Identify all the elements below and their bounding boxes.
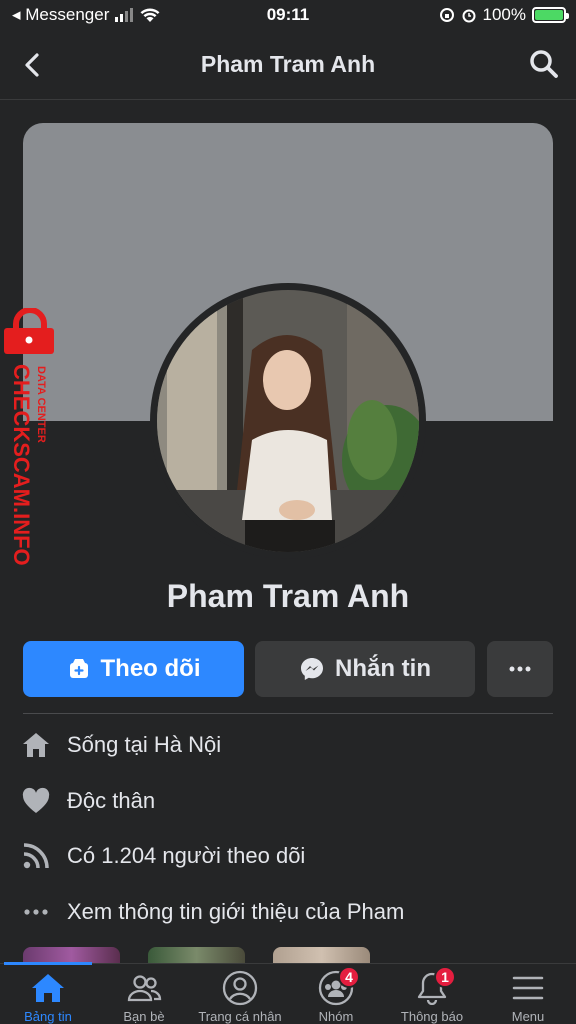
tab-label: Trang cá nhân: [198, 1009, 282, 1024]
watermark-main: CHECKSCAM.INFO: [9, 364, 34, 566]
tab-groups[interactable]: 4 Nhóm: [288, 964, 384, 1024]
tab-notifications[interactable]: 1 Thông báo: [384, 964, 480, 1024]
heart-icon: [20, 785, 52, 817]
watermark: CHECKSCAM.INFO DATA CENTER: [2, 307, 64, 588]
menu-icon: [508, 968, 548, 1008]
info-relationship: Độc thân: [20, 781, 155, 821]
info-followers[interactable]: Có 1.204 người theo dõi: [20, 836, 305, 876]
groups-icon: 4: [316, 966, 360, 1008]
page-title: Pham Tram Anh: [200, 51, 376, 77]
search-icon[interactable]: [528, 48, 560, 80]
battery-icon: [532, 7, 569, 23]
more-button[interactable]: [487, 641, 553, 697]
info-relationship-text: Độc thân: [67, 788, 156, 813]
divider: [23, 713, 553, 714]
status-right: 100%: [439, 5, 569, 25]
battery-percent: 100%: [482, 5, 526, 24]
bottom-tab-bar: Bảng tin Bạn bè Trang cá nhân 4 Nhóm 1 T…: [0, 962, 576, 1024]
info-followers-text: Có 1.204 người theo dõi: [67, 843, 306, 868]
tab-label: Bảng tin: [24, 1009, 72, 1024]
profile-name: Pham Tram Anh: [166, 578, 410, 614]
info-see-about[interactable]: Xem thông tin giới thiệu của Pham: [20, 892, 404, 932]
tab-friends[interactable]: Bạn bè: [96, 964, 192, 1024]
avatar[interactable]: [157, 290, 419, 552]
home-icon: [28, 968, 68, 1008]
watermark-sub: DATA CENTER: [35, 366, 47, 443]
home-icon: [20, 729, 52, 761]
profile-photo: [157, 290, 419, 552]
rss-icon: [20, 840, 52, 872]
info-location: Sống tại Hà Nội: [20, 725, 221, 765]
notifications-badge: 1: [434, 966, 456, 988]
message-button[interactable]: Nhắn tin: [255, 641, 475, 697]
message-label: Nhắn tin: [335, 655, 431, 682]
groups-badge: 4: [338, 966, 360, 988]
info-location-text: Sống tại Hà Nội: [67, 732, 222, 757]
tab-menu[interactable]: Menu: [480, 964, 576, 1024]
status-bar: ◂ Messenger 09:11 100%: [0, 0, 576, 30]
messenger-icon: [301, 658, 323, 680]
more-dots-icon: [20, 896, 52, 928]
tab-label: Menu: [511, 1009, 545, 1024]
tab-label: Nhóm: [318, 1009, 354, 1024]
top-nav: Pham Tram Anh: [0, 30, 576, 100]
tab-news-feed[interactable]: Bảng tin: [0, 964, 96, 1024]
alarm-icon: [462, 9, 476, 23]
rotation-lock-icon: [439, 8, 454, 22]
follow-icon: [69, 659, 88, 678]
follow-button[interactable]: Theo dõi: [23, 641, 244, 697]
friends-icon: [124, 968, 164, 1008]
profile-icon: [220, 968, 260, 1008]
info-see-about-text: Xem thông tin giới thiệu của Pham: [67, 899, 405, 924]
bell-icon: 1: [412, 966, 456, 1008]
tab-label: Bạn bè: [123, 1009, 165, 1024]
tab-label: Thông báo: [400, 1009, 464, 1024]
more-dots-icon: [509, 666, 531, 672]
tab-profile[interactable]: Trang cá nhân: [192, 964, 288, 1024]
follow-label: Theo dõi: [100, 655, 201, 682]
